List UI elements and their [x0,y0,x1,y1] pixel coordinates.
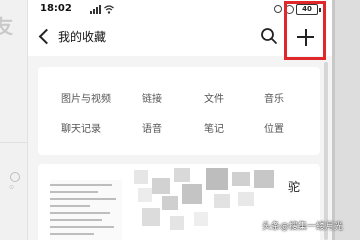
category-chat-history[interactable]: 聊天记录 [61,120,101,135]
category-card: 图片与视频 链接 文件 音乐 聊天记录 语音 笔记 位置 [38,67,320,155]
phone-screen: 18:02 40 我的收藏 图片与视频 链接 文件 音乐 聊天记录 语音 笔记 … [28,0,332,240]
alarm-icon [285,5,294,14]
clock-icon-label: ⊙ [9,184,15,191]
clock-icon [10,172,20,182]
category-voice[interactable]: 语音 [142,120,162,135]
notification-icon [274,5,282,13]
status-time: 18:02 [40,3,72,14]
page-title: 我的收藏 [58,30,107,44]
signal-icon [90,5,101,14]
category-location[interactable]: 位置 [264,120,284,135]
back-button[interactable] [38,27,52,45]
scrollbar[interactable] [324,62,328,240]
background-left-panel: 友 ⊙ [0,0,28,240]
background-right-panel [332,0,360,240]
category-photo-video[interactable]: 图片与视频 [61,90,111,105]
item-title-fragment: 驼 [288,180,301,194]
category-music[interactable]: 音乐 [264,90,284,105]
background-divider [0,142,28,143]
search-icon[interactable] [260,27,278,45]
wifi-icon [104,5,114,14]
category-file[interactable]: 文件 [204,90,224,105]
item-thumbnail [50,180,122,240]
header-bar: 我的收藏 [28,18,332,56]
status-bar: 18:02 40 [28,0,332,18]
category-link[interactable]: 链接 [142,90,162,105]
category-note[interactable]: 笔记 [204,120,224,135]
add-button[interactable] [286,20,326,54]
watermark-text: 头条@搜集一缕月光 [262,222,344,232]
battery-icon: 40 [296,4,321,15]
background-fragment-text: 友 [0,16,14,38]
